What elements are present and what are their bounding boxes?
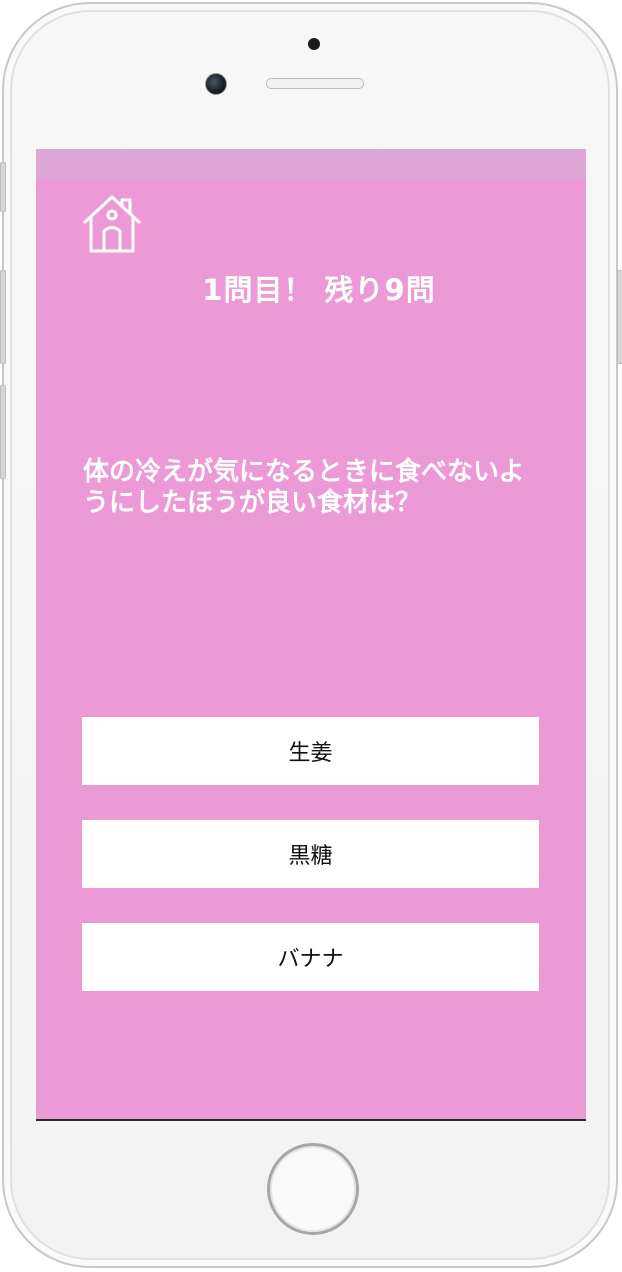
app-screen: 1問目！ 残り9問 体の冷えが気になるときに食べないようにしたほうが良い食材は？… (36, 149, 586, 1120)
question-text: 体の冷えが気になるときに食べないようにしたほうが良い食材は？ (83, 457, 525, 518)
answer-button-1[interactable]: 生姜 (82, 717, 539, 785)
answer-label: バナナ (277, 947, 344, 972)
front-camera (205, 73, 227, 95)
quiz-progress: 1問目！ 残り9問 (202, 273, 436, 307)
screen-edge (36, 1119, 586, 1121)
answer-button-3[interactable]: バナナ (82, 923, 539, 991)
house-icon (83, 195, 141, 253)
answer-label: 黒糖 (288, 844, 333, 869)
earpiece-speaker (266, 78, 364, 89)
device-home-button[interactable] (267, 1143, 359, 1235)
status-bar (36, 149, 586, 179)
answer-button-2[interactable]: 黒糖 (82, 820, 539, 888)
front-sensor (308, 38, 320, 50)
mute-switch[interactable] (0, 162, 6, 212)
home-button[interactable] (81, 193, 143, 255)
answer-label: 生姜 (288, 741, 333, 766)
volume-up-button[interactable] (0, 270, 6, 364)
volume-down-button[interactable] (0, 385, 6, 479)
power-button[interactable] (617, 270, 622, 364)
